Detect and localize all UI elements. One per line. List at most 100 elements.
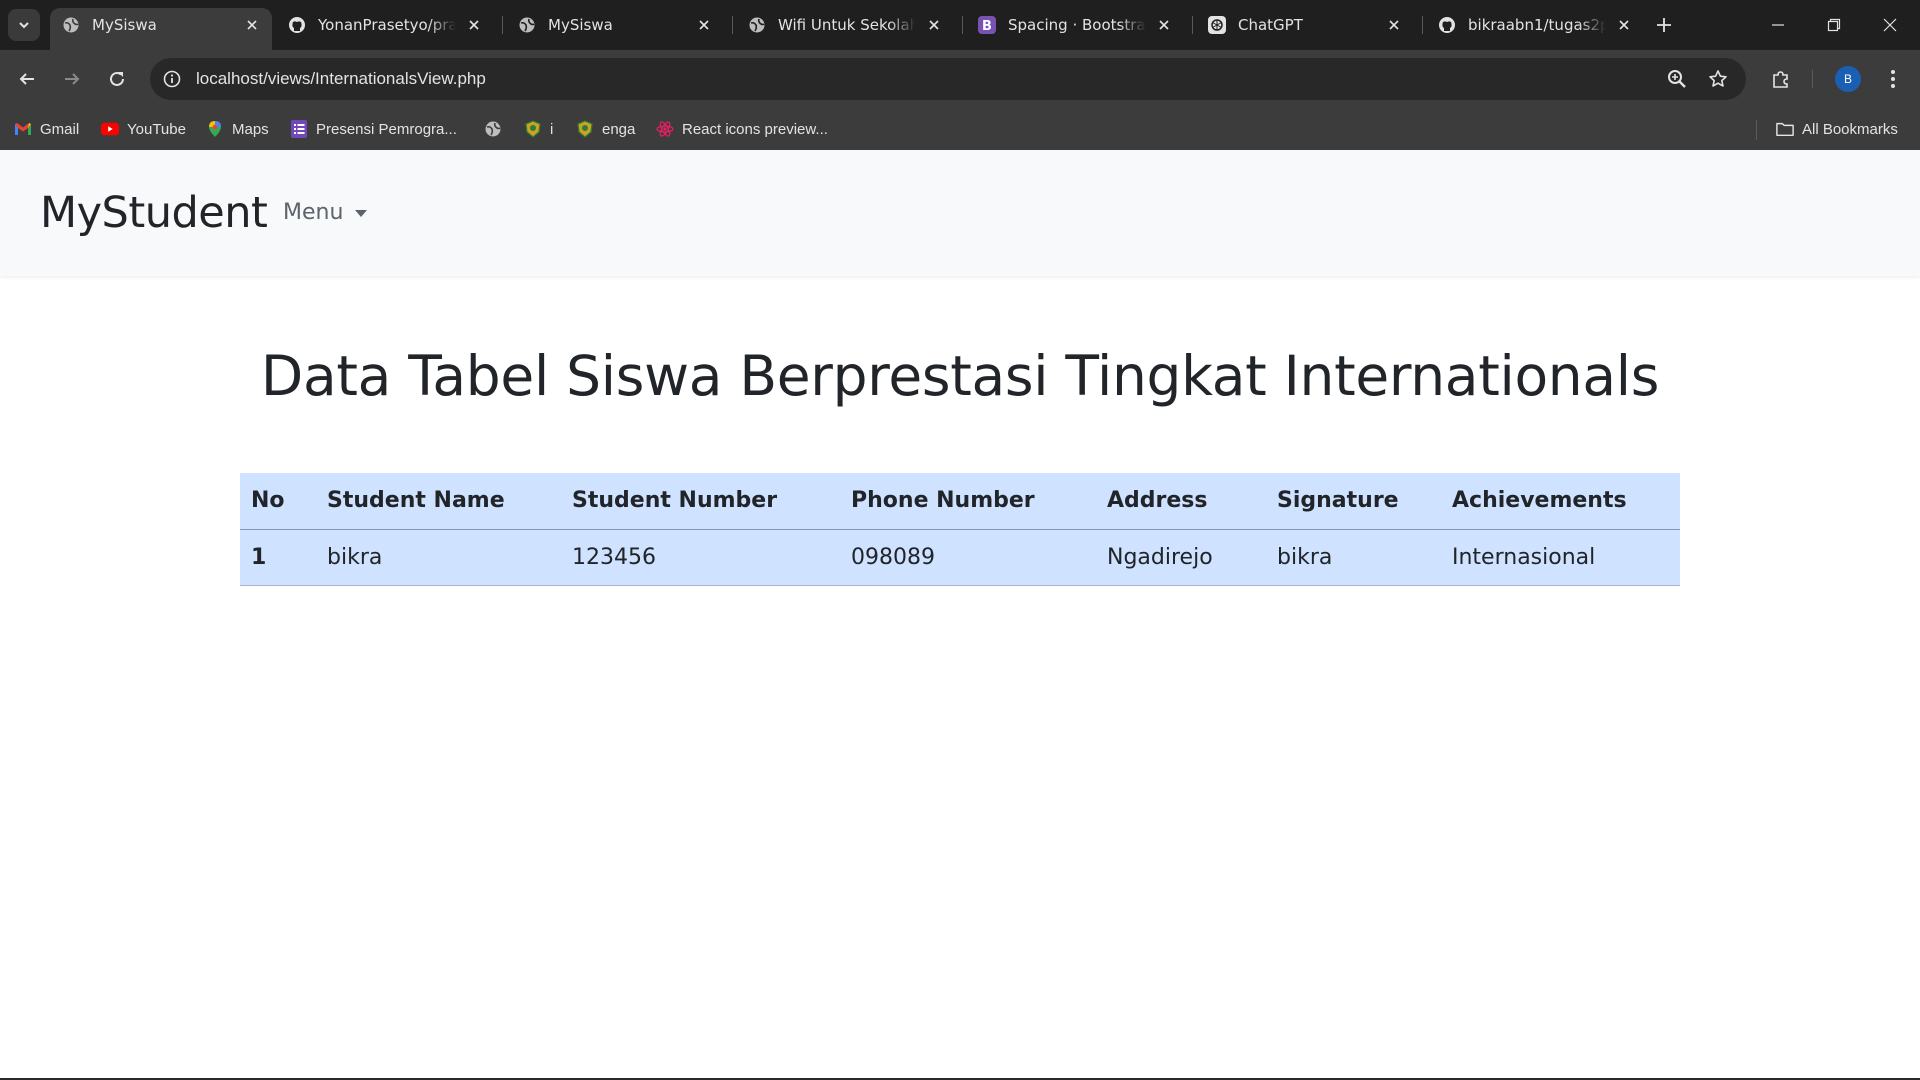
globe-icon bbox=[484, 120, 502, 138]
bookmark-gmail[interactable]: Gmail bbox=[14, 118, 79, 140]
bookmark-maps[interactable]: Maps bbox=[206, 118, 269, 140]
tab-separator bbox=[732, 16, 733, 34]
reload-icon bbox=[110, 71, 124, 86]
bookmarks-bar: Gmail YouTube Maps Presensi Pemrogra... … bbox=[0, 108, 1920, 150]
caret-down-icon bbox=[355, 210, 368, 217]
restore-icon bbox=[1827, 18, 1841, 32]
cell-no: 1 bbox=[240, 529, 316, 586]
zoom-icon[interactable] bbox=[1665, 67, 1689, 91]
column-header-signature: Signature bbox=[1266, 473, 1441, 530]
bookmark-star-icon[interactable] bbox=[1706, 67, 1730, 91]
tab-github-tugas[interactable]: bikraabn1/tugas2pw bbox=[1426, 8, 1644, 42]
chevron-down-icon bbox=[19, 22, 29, 29]
tab-separator bbox=[962, 16, 963, 34]
bookmark-label: Presensi Pemrogra... bbox=[316, 120, 457, 138]
bookmarks-divider bbox=[1756, 120, 1757, 140]
all-bookmarks-label: All Bookmarks bbox=[1802, 120, 1898, 138]
column-header-no: No bbox=[240, 473, 316, 530]
bootstrap-icon: B bbox=[978, 16, 996, 34]
profile-avatar[interactable]: B bbox=[1835, 66, 1861, 92]
table-row: 1 bikra 123456 098089 Ngadirejo bikra In… bbox=[240, 529, 1680, 586]
arrow-left-icon bbox=[19, 73, 34, 85]
close-icon bbox=[1883, 18, 1897, 32]
bookmark-i[interactable]: i bbox=[524, 118, 553, 140]
plus-icon bbox=[1657, 18, 1671, 32]
close-icon[interactable] bbox=[1384, 15, 1404, 35]
reload-button[interactable] bbox=[101, 63, 133, 95]
tab-chatgpt[interactable]: ChatGPT bbox=[1196, 8, 1414, 42]
forms-icon bbox=[290, 120, 308, 138]
column-header-address: Address bbox=[1096, 473, 1266, 530]
toolbar-divider bbox=[1812, 70, 1813, 88]
forward-button[interactable] bbox=[56, 63, 88, 95]
bookmark-label: YouTube bbox=[127, 120, 186, 138]
column-header-student-name: Student Name bbox=[316, 473, 561, 530]
column-header-student-number: Student Number bbox=[561, 473, 840, 530]
tab-strip: MySiswa YonanPrasetyo/prakt MySiswa Wifi… bbox=[0, 0, 1920, 50]
tab-search-button[interactable] bbox=[8, 9, 40, 41]
bookmark-enga[interactable]: enga bbox=[576, 118, 635, 140]
menu-dropdown-toggle[interactable]: Menu bbox=[283, 200, 368, 225]
tab-wifi-sekolah[interactable]: Wifi Untuk Sekolah C bbox=[736, 8, 954, 42]
url-text: localhost/views/InternationalsView.php bbox=[196, 69, 486, 88]
puzzle-icon bbox=[1773, 71, 1788, 88]
column-header-achievements: Achievements bbox=[1441, 473, 1680, 530]
tab-separator bbox=[1192, 16, 1193, 34]
globe-icon bbox=[518, 16, 536, 34]
bookmark-label: Maps bbox=[232, 120, 269, 138]
browser-menu-button[interactable] bbox=[1877, 63, 1909, 95]
tab-separator bbox=[1422, 16, 1423, 34]
crest-icon bbox=[576, 120, 594, 138]
new-tab-button[interactable] bbox=[1650, 11, 1678, 39]
tab-mysiswa[interactable]: MySiswa bbox=[506, 8, 724, 42]
site-info-icon[interactable] bbox=[160, 67, 184, 91]
arrow-right-icon bbox=[65, 73, 80, 85]
react-icon bbox=[656, 120, 674, 138]
minimize-icon bbox=[1772, 24, 1784, 26]
globe-icon bbox=[62, 16, 80, 34]
youtube-icon bbox=[101, 120, 119, 138]
restore-button[interactable] bbox=[1806, 0, 1862, 50]
tab-mysiswa-active[interactable]: MySiswa bbox=[50, 8, 272, 50]
extensions-button[interactable] bbox=[1765, 63, 1797, 95]
cell-student-number: 123456 bbox=[561, 529, 840, 586]
tab-bootstrap-spacing[interactable]: B Spacing · Bootstrap v bbox=[966, 8, 1184, 42]
kebab-menu-icon bbox=[1891, 70, 1895, 88]
close-icon[interactable] bbox=[464, 15, 484, 35]
bookmark-label: i bbox=[550, 120, 554, 138]
folder-icon bbox=[1776, 120, 1794, 138]
bookmark-youtube[interactable]: YouTube bbox=[101, 118, 186, 140]
chatgpt-icon bbox=[1208, 16, 1226, 34]
close-icon[interactable] bbox=[242, 15, 262, 35]
close-icon[interactable] bbox=[694, 15, 714, 35]
tab-title: MySiswa bbox=[548, 16, 613, 34]
bookmark-globe[interactable] bbox=[484, 118, 510, 140]
maps-icon bbox=[206, 120, 224, 138]
close-icon[interactable] bbox=[1614, 15, 1634, 35]
close-icon[interactable] bbox=[1154, 15, 1174, 35]
bookmark-label: enga bbox=[602, 120, 636, 138]
tab-github-praktikum[interactable]: YonanPrasetyo/prakt bbox=[276, 8, 494, 42]
students-table: No Student Name Student Number Phone Num… bbox=[240, 473, 1680, 586]
github-icon bbox=[288, 16, 306, 34]
tab-title: ChatGPT bbox=[1238, 16, 1303, 34]
minimize-button[interactable] bbox=[1750, 0, 1806, 50]
tab-title: Spacing · Bootstrap v bbox=[1008, 16, 1146, 34]
globe-icon bbox=[748, 16, 766, 34]
bookmark-presensi[interactable]: Presensi Pemrogra... bbox=[290, 118, 457, 140]
table-header-row: No Student Name Student Number Phone Num… bbox=[240, 473, 1680, 530]
close-window-button[interactable] bbox=[1862, 0, 1918, 50]
cell-student-name: bikra bbox=[316, 529, 561, 586]
cell-address: Ngadirejo bbox=[1096, 529, 1266, 586]
close-icon[interactable] bbox=[924, 15, 944, 35]
tab-title: Wifi Untuk Sekolah C bbox=[778, 16, 916, 34]
svg-text:B: B bbox=[982, 19, 992, 34]
bookmark-react-icons[interactable]: React icons preview... bbox=[656, 118, 828, 140]
navbar-brand[interactable]: MyStudent bbox=[40, 188, 268, 238]
address-bar[interactable]: localhost/views/InternationalsView.php bbox=[150, 58, 1746, 100]
all-bookmarks-button[interactable]: All Bookmarks bbox=[1776, 118, 1898, 140]
page-title: Data Tabel Siswa Berprestasi Tingkat Int… bbox=[260, 344, 1660, 408]
tab-title: YonanPrasetyo/prakt bbox=[318, 16, 456, 34]
tab-separator bbox=[502, 16, 503, 34]
back-button[interactable] bbox=[11, 63, 43, 95]
